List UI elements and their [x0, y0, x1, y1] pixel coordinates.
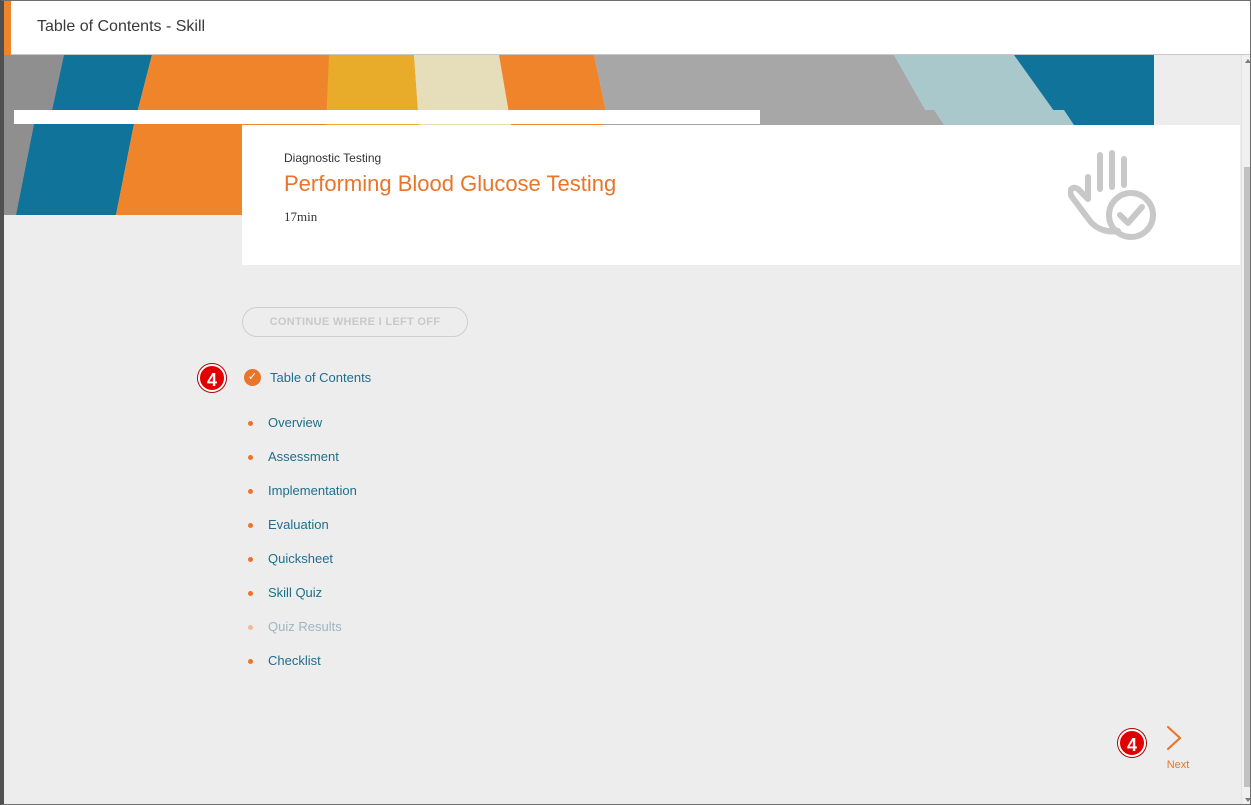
- check-circle-icon: ✓: [244, 368, 261, 386]
- title-bar: Table of Contents - Skill: [4, 1, 1250, 55]
- toc-item-implementation[interactable]: Implementation: [248, 483, 357, 517]
- skill-duration: 17min: [284, 209, 318, 224]
- toc-item-quiz-results: Quiz Results: [248, 619, 357, 653]
- skill-category: Diagnostic Testing: [284, 151, 382, 165]
- toc-item-checklist[interactable]: Checklist: [248, 653, 357, 687]
- main-content: Diagnostic Testing Performing Blood Gluc…: [4, 55, 1241, 804]
- next-label: Next: [1166, 759, 1190, 771]
- scrollbar-thumb[interactable]: [1244, 167, 1250, 787]
- toc-item-evaluation[interactable]: Evaluation: [248, 517, 357, 551]
- toc-item-quicksheet[interactable]: Quicksheet: [248, 551, 357, 585]
- scroll-down-arrow-icon[interactable]: [1245, 798, 1250, 802]
- continue-where-left-off-button[interactable]: CONTINUE WHERE I LEFT OFF: [242, 307, 468, 337]
- app-window: Table of Contents - Skill Diagnostic Tes…: [0, 0, 1251, 805]
- toc-item-assessment[interactable]: Assessment: [248, 449, 357, 483]
- chevron-right-icon: [1166, 725, 1182, 751]
- next-button[interactable]: Next: [1154, 723, 1194, 773]
- toc-heading-label: Table of Contents: [270, 369, 372, 385]
- skill-title: Performing Blood Glucose Testing: [284, 171, 617, 196]
- skill-header-card: Diagnostic Testing Performing Blood Gluc…: [242, 125, 1240, 265]
- window-title: Table of Contents - Skill: [37, 18, 206, 35]
- toc-item-overview[interactable]: Overview: [248, 415, 357, 449]
- vertical-scrollbar[interactable]: [1241, 55, 1250, 804]
- step-badge: 4: [198, 364, 226, 392]
- title-accent-bar: [4, 1, 11, 55]
- step-badge: 4: [1118, 729, 1146, 757]
- toc-heading[interactable]: ✓ Table of Contents: [244, 368, 371, 386]
- toc-list: Overview Assessment Implementation Evalu…: [248, 415, 357, 687]
- scroll-up-arrow-icon[interactable]: [1245, 59, 1250, 63]
- hand-check-icon: [1067, 149, 1158, 244]
- toc-item-skill-quiz[interactable]: Skill Quiz: [248, 585, 357, 619]
